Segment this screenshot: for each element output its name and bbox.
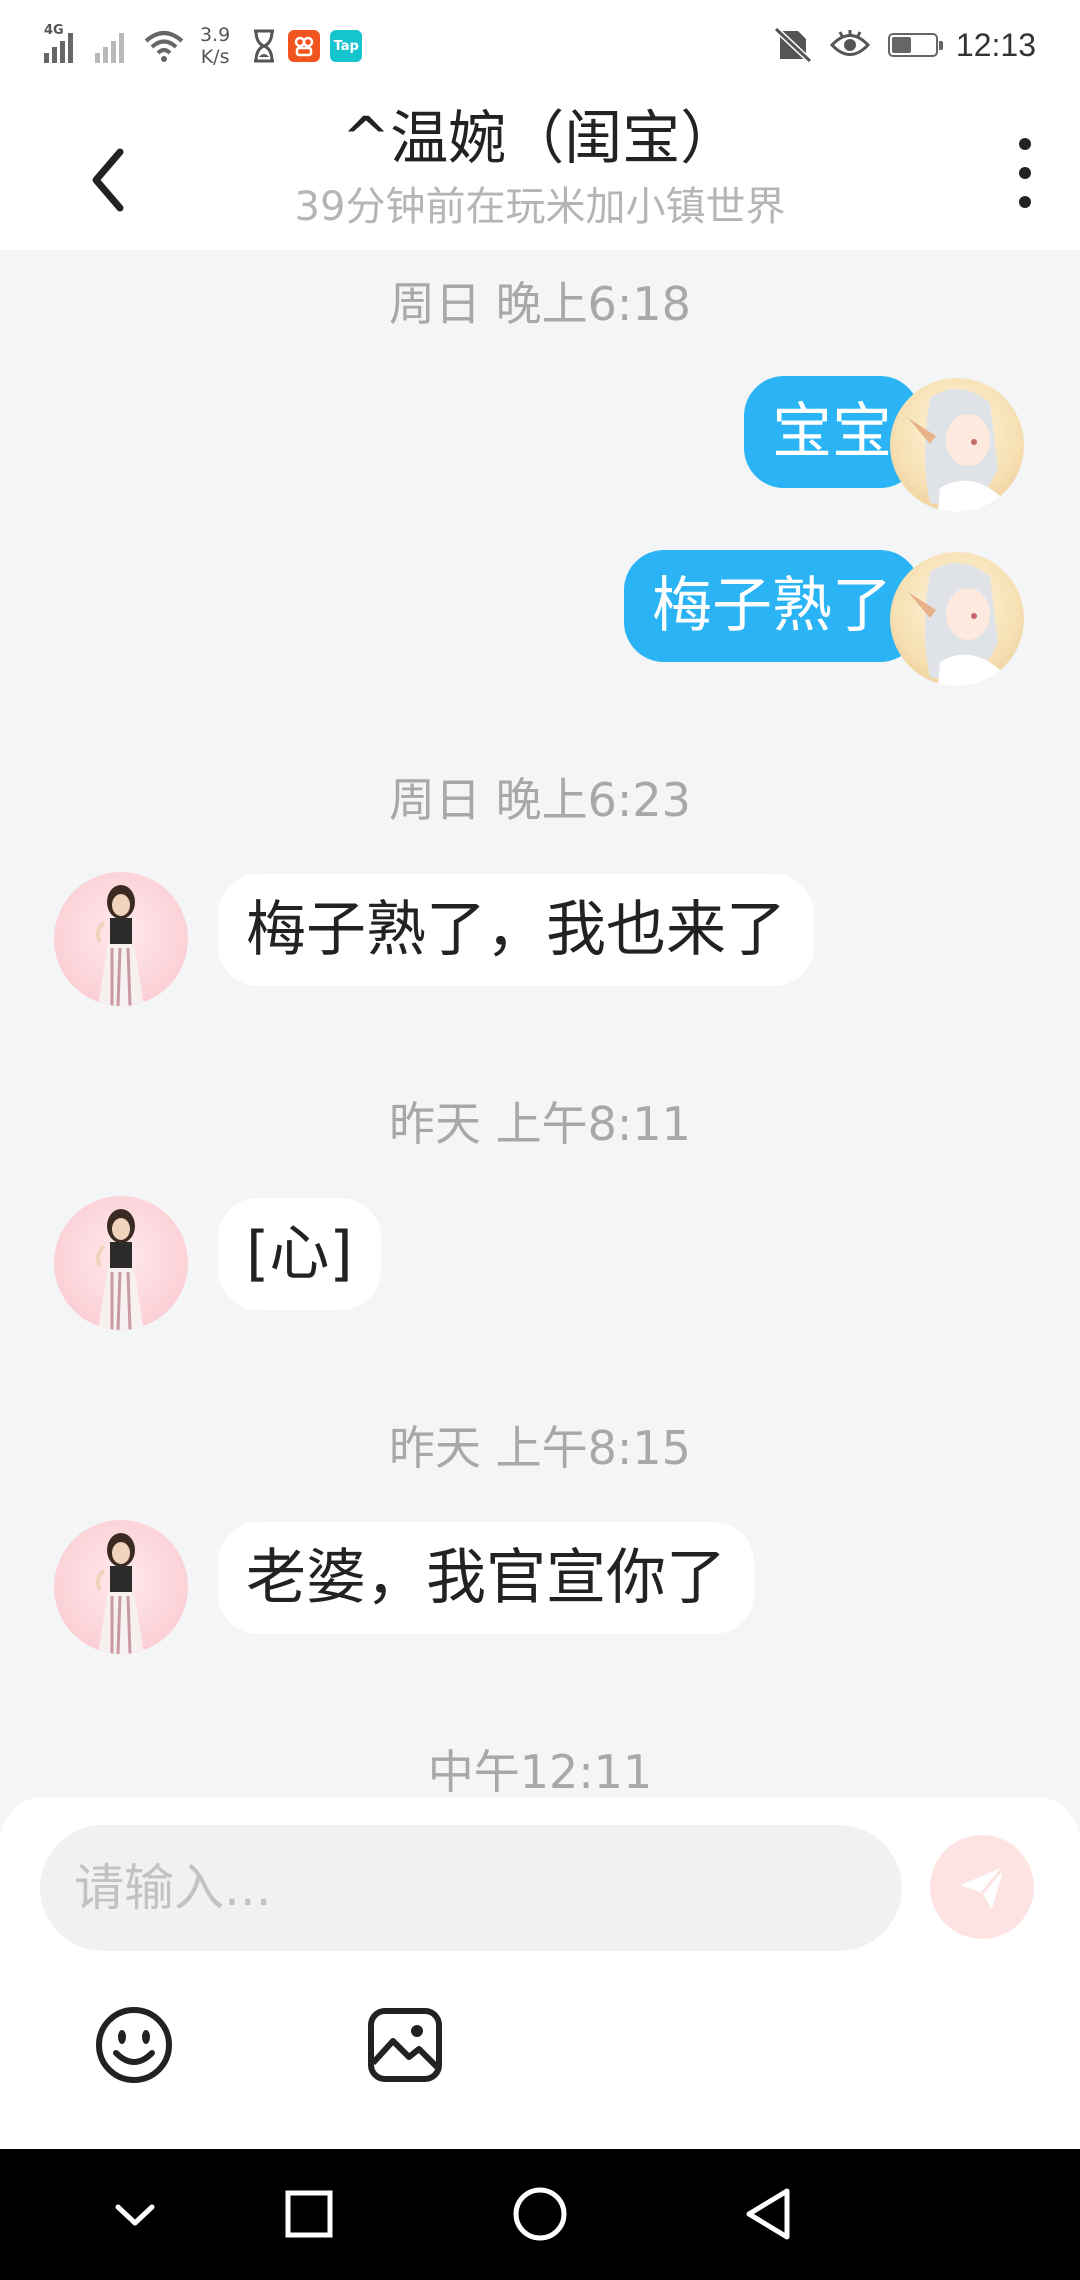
net-speed-unit: K/s — [200, 46, 230, 68]
message-timestamp: 中午12:11 — [427, 1745, 653, 1799]
input-panel: 请输入... — [0, 1797, 1080, 2149]
app-notification-icon — [288, 30, 321, 62]
status-time: 12:13 — [955, 26, 1036, 63]
message-list[interactable]: 周日 晚上6:18 宝宝 梅子熟了 周日 晚上6:23 梅子熟了，我也来了 昨天… — [0, 250, 1080, 1800]
contact-message-bubble[interactable]: 梅子熟了，我也来了 — [218, 874, 814, 986]
chat-header: ^温婉（闺宝） 39分钟前在玩米加小镇世界 — [0, 90, 1080, 250]
contact-status: 39分钟前在玩米加小镇世界 — [294, 184, 786, 230]
contact-message-bubble[interactable]: [心] — [218, 1198, 381, 1310]
my-avatar[interactable] — [890, 378, 1024, 512]
contact-avatar[interactable] — [54, 1196, 188, 1330]
message-timestamp: 昨天 上午8:15 — [389, 1421, 691, 1475]
send-button[interactable] — [930, 1835, 1034, 1939]
hourglass-icon — [254, 29, 275, 63]
message-timestamp: 周日 晚上6:18 — [389, 277, 691, 331]
eye-comfort-icon — [829, 30, 870, 56]
net-speed-value: 3.9 — [200, 24, 231, 46]
wifi-icon — [144, 31, 184, 62]
net-speed: 3.9 K/s — [200, 24, 230, 68]
contact-message-bubble[interactable]: 老婆，我官宣你了 — [218, 1522, 754, 1634]
nav-recents-icon[interactable] — [274, 2179, 344, 2249]
message-timestamp: 昨天 上午8:11 — [389, 1097, 691, 1151]
anime-girl-avatar-image — [908, 563, 1000, 686]
more-vertical-icon — [1019, 138, 1031, 150]
girl-avatar-image — [95, 1209, 144, 1330]
nav-back-icon[interactable] — [735, 2179, 805, 2249]
send-icon — [960, 1866, 1006, 1909]
network-type-label: 4G — [44, 23, 64, 38]
status-bar: 4G 3.9 K/s Tap 12:13 — [0, 0, 1080, 90]
status-left: 4G 3.9 K/s Tap — [44, 18, 363, 74]
no-sim-icon — [773, 27, 812, 63]
girl-avatar-image — [95, 1533, 144, 1654]
more-options-button[interactable] — [1010, 138, 1040, 208]
tap-app-icon: Tap — [330, 30, 363, 62]
girl-avatar-image — [95, 885, 144, 1006]
anime-girl-avatar-image — [908, 389, 1000, 512]
my-message-bubble[interactable]: 梅子熟了 — [624, 550, 920, 662]
battery-level — [891, 37, 911, 53]
image-icon[interactable] — [365, 2005, 445, 2085]
my-avatar[interactable] — [890, 552, 1024, 686]
nav-collapse-icon[interactable] — [100, 2179, 170, 2249]
emoji-icon[interactable] — [94, 2005, 174, 2085]
contact-avatar[interactable] — [54, 1520, 188, 1654]
contact-name: ^温婉（闺宝） — [341, 104, 739, 172]
nav-home-icon[interactable] — [505, 2179, 575, 2249]
message-input[interactable]: 请输入... — [40, 1825, 902, 1951]
signal-2-icon — [95, 29, 124, 63]
contact-avatar[interactable] — [54, 872, 188, 1006]
battery-icon — [887, 33, 943, 57]
signal-icon: 4G — [44, 23, 73, 63]
status-right: 12:13 — [773, 22, 1036, 68]
message-timestamp: 周日 晚上6:23 — [389, 773, 691, 827]
system-nav-bar — [0, 2149, 1080, 2280]
